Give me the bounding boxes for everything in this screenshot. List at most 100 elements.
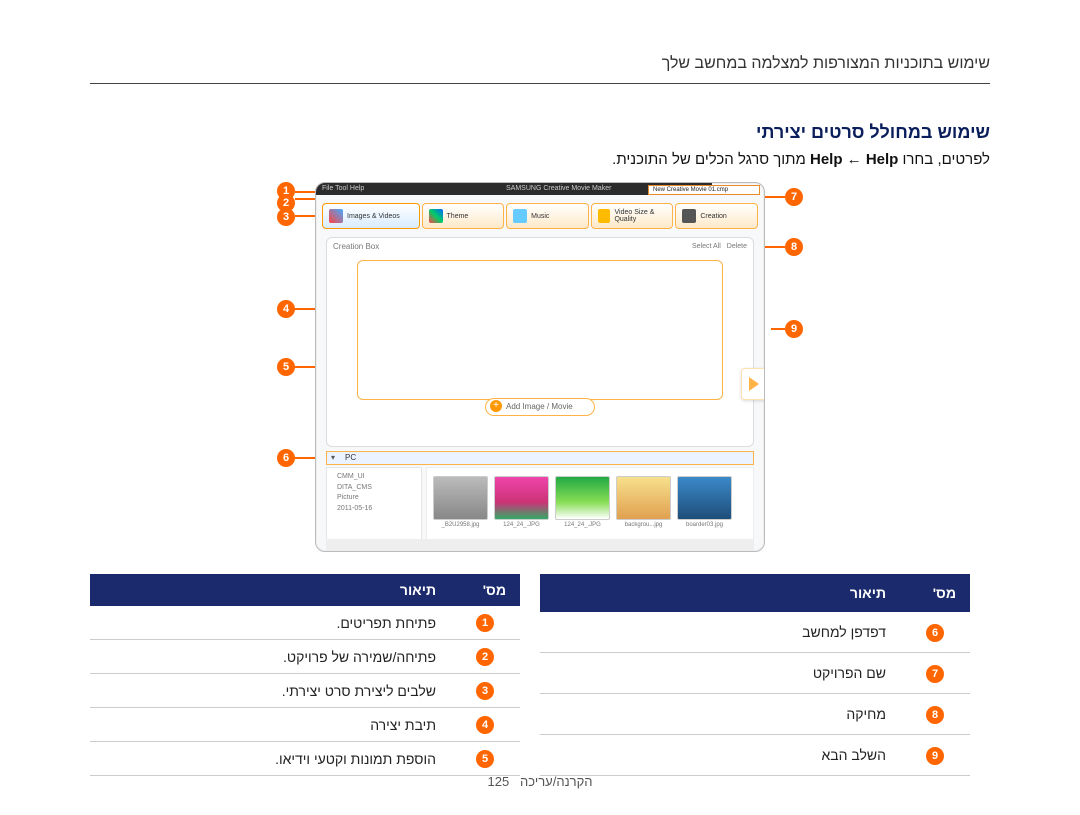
col-header-desc: תיאור	[540, 574, 900, 612]
callout-badge-5: 5	[277, 358, 295, 376]
creation-box-label: Creation Box	[333, 242, 379, 251]
callout-badge-8: 8	[785, 238, 803, 256]
tab-music[interactable]: Music	[506, 203, 589, 229]
table-row: 9 השלב הבא	[540, 735, 970, 776]
col-header-num: מס'	[450, 574, 520, 606]
play-icon	[749, 377, 759, 391]
tree-node[interactable]: Picture	[337, 493, 417, 504]
images-icon	[329, 209, 343, 223]
table-row: 4 תיבת יצירה	[90, 708, 520, 742]
app-brand: SAMSUNG Creative Movie Maker	[506, 183, 611, 195]
tab-label: Theme	[447, 213, 469, 220]
tree-node[interactable]: DITA_CMS	[337, 483, 417, 494]
tab-images-videos[interactable]: Images & Videos	[322, 203, 420, 229]
thumbnail-item[interactable]: _B2U2958.jpg	[433, 476, 488, 540]
row-badge: 2	[476, 648, 494, 666]
callout-badge-4: 4	[277, 300, 295, 318]
tab-theme[interactable]: Theme	[422, 203, 505, 229]
row-badge: 1	[476, 614, 494, 632]
thumbnail-label: boarder03.jpg	[686, 522, 723, 528]
page-footer: הקרנה/עריכה 125	[0, 774, 1080, 789]
tree-node[interactable]: 2011-05-16	[337, 504, 417, 515]
instruction-post: מתוך סרגל הכלים של התוכנית.	[612, 151, 810, 168]
bottom-bar	[326, 539, 754, 551]
thumbnail-label: 124_24_.JPG	[503, 522, 540, 528]
select-all-button[interactable]: Select All	[692, 243, 721, 250]
help-instruction: לפרטים, בחרו Help ← Help מתוך סרגל הכלים…	[90, 151, 990, 168]
tree-node[interactable]: CMM_UI	[337, 472, 417, 483]
row-badge: 4	[476, 716, 494, 734]
table-row: 3 שלבים ליצירת סרט יצירתי.	[90, 674, 520, 708]
thumbnail-strip: _B2U2958.jpg 124_24_.JPG 124_24_.JPG bac…	[426, 467, 754, 541]
thumbnail-image	[677, 476, 732, 520]
row-badge: 7	[926, 665, 944, 683]
steps-tabs: Images & Videos Theme Music Video Size &…	[322, 203, 758, 229]
tab-label: Images & Videos	[347, 213, 400, 220]
col-header-num: מס'	[900, 574, 970, 612]
footer-label: הקרנה/עריכה	[520, 774, 592, 789]
section-title: שימוש במחולל סרטים יצירתי	[90, 122, 990, 143]
music-icon	[513, 209, 527, 223]
help-menu-2: Help	[866, 151, 899, 168]
footer-page: 125	[488, 774, 510, 789]
row-desc: פתיחה/שמירה של פרויקט.	[90, 640, 450, 674]
table-row: 1 פתיחת תפריטים.	[90, 606, 520, 640]
folder-tree[interactable]: CMM_UI DITA_CMS Picture 2011-05-16	[326, 467, 422, 541]
thumbnail-item[interactable]: 124_24_.JPG	[555, 476, 610, 540]
tab-label: Creation	[700, 213, 726, 220]
callout-badge-3: 3	[277, 208, 295, 226]
thumbnail-image	[494, 476, 549, 520]
row-badge: 3	[476, 682, 494, 700]
creation-box: Creation Box Select All Delete Add Image…	[326, 237, 754, 447]
row-desc: תיבת יצירה	[90, 708, 450, 742]
thumbnail-label: backgrou...jpg	[625, 522, 663, 528]
legend-table-left: מס' תיאור 6 דפדפן למחשב 7 שם הפרויקט 8 מחיק…	[540, 574, 970, 776]
chapter-title: שימוש בתוכניות המצורפות למצלמה במחשב שלך	[90, 55, 990, 84]
pc-browser-bar[interactable]: PC	[326, 451, 754, 465]
table-row: 8 מחיקה	[540, 694, 970, 735]
callout-badge-7: 7	[785, 188, 803, 206]
help-menu-1: Help	[810, 151, 843, 168]
screenshot-container: 1 2 3 4 5 6 7 8 9 File Tool Help SAMSUNG…	[90, 182, 990, 552]
table-row: 6 דפדפן למחשב	[540, 612, 970, 652]
tab-creation[interactable]: Creation	[675, 203, 758, 229]
instruction-pre: לפרטים, בחרו	[898, 151, 990, 168]
row-badge: 5	[476, 750, 494, 768]
row-badge: 8	[926, 706, 944, 724]
callout-badge-9: 9	[785, 320, 803, 338]
row-desc: שם הפרויקט	[540, 653, 900, 694]
row-desc: השלב הבא	[540, 735, 900, 776]
table-row: 7 שם הפרויקט	[540, 653, 970, 694]
row-desc: פתיחת תפריטים.	[90, 606, 450, 640]
table-row: 5 הוספת תמונות וקטעי וידיאו.	[90, 742, 520, 776]
thumbnail-label: 124_24_.JPG	[564, 522, 601, 528]
delete-button[interactable]: Delete	[727, 243, 747, 250]
video-size-icon	[598, 209, 611, 223]
creation-box-canvas	[357, 260, 723, 400]
row-desc: שלבים ליצירת סרט יצירתי.	[90, 674, 450, 708]
thumbnail-item[interactable]: boarder03.jpg	[677, 476, 732, 540]
project-name-field: New Creative Movie 01.cmp	[648, 185, 760, 195]
thumbnail-label: _B2U2958.jpg	[441, 522, 479, 528]
row-desc: הוספת תמונות וקטעי וידיאו.	[90, 742, 450, 776]
row-desc: מחיקה	[540, 694, 900, 735]
tab-label: Music	[531, 213, 549, 220]
row-desc: דפדפן למחשב	[540, 612, 900, 652]
thumbnail-item[interactable]: 124_24_.JPG	[494, 476, 549, 540]
tab-label: Video Size & Quality	[614, 209, 672, 223]
creation-icon	[682, 209, 696, 223]
tab-video-size[interactable]: Video Size & Quality	[591, 203, 674, 229]
thumbnail-image	[555, 476, 610, 520]
row-badge: 9	[926, 747, 944, 765]
thumbnail-item[interactable]: backgrou...jpg	[616, 476, 671, 540]
row-badge: 6	[926, 624, 944, 642]
legend-table-right: מס' תיאור 1 פתיחת תפריטים. 2 פתיחה/שמירה ש…	[90, 574, 520, 776]
thumbnail-image	[616, 476, 671, 520]
next-step-button[interactable]	[741, 368, 765, 400]
col-header-desc: תיאור	[90, 574, 450, 606]
theme-icon	[429, 209, 443, 223]
instruction-arrow: ←	[843, 151, 866, 168]
add-image-movie-button[interactable]: Add Image / Movie	[485, 398, 595, 416]
app-window: File Tool Help SAMSUNG Creative Movie Ma…	[315, 182, 765, 552]
table-row: 2 פתיחה/שמירה של פרויקט.	[90, 640, 520, 674]
